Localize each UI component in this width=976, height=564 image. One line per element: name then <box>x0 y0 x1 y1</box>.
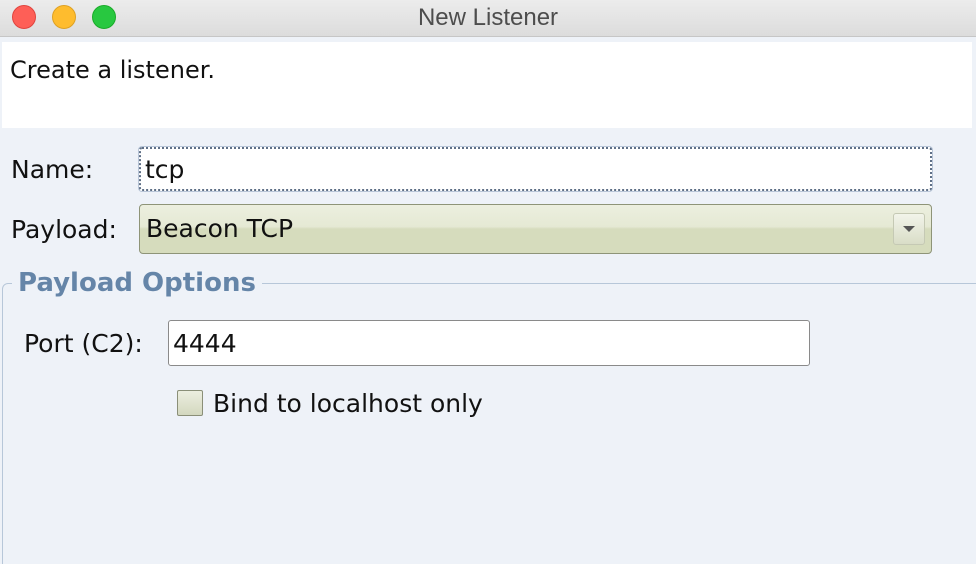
description-text: Create a listener. <box>10 56 215 84</box>
bind-localhost-label[interactable]: Bind to localhost only <box>213 389 483 418</box>
new-listener-window: New Listener Create a listener. Name: Pa… <box>0 0 976 564</box>
port-input[interactable] <box>168 320 810 366</box>
window-title: New Listener <box>417 4 559 31</box>
payload-label: Payload: <box>11 215 117 244</box>
name-label: Name: <box>11 155 94 184</box>
port-label: Port (C2): <box>24 329 143 358</box>
title-bar: New Listener <box>0 0 976 37</box>
payload-options-title: Payload Options <box>12 268 262 298</box>
chevron-down-icon <box>903 226 915 232</box>
description-panel: Create a listener. <box>2 42 972 128</box>
bind-localhost-checkbox[interactable] <box>177 390 203 416</box>
payload-select-value: Beacon TCP <box>146 214 294 243</box>
name-input[interactable] <box>139 147 932 191</box>
payload-select[interactable]: Beacon TCP <box>139 204 932 254</box>
payload-dropdown-button[interactable] <box>893 213 925 245</box>
